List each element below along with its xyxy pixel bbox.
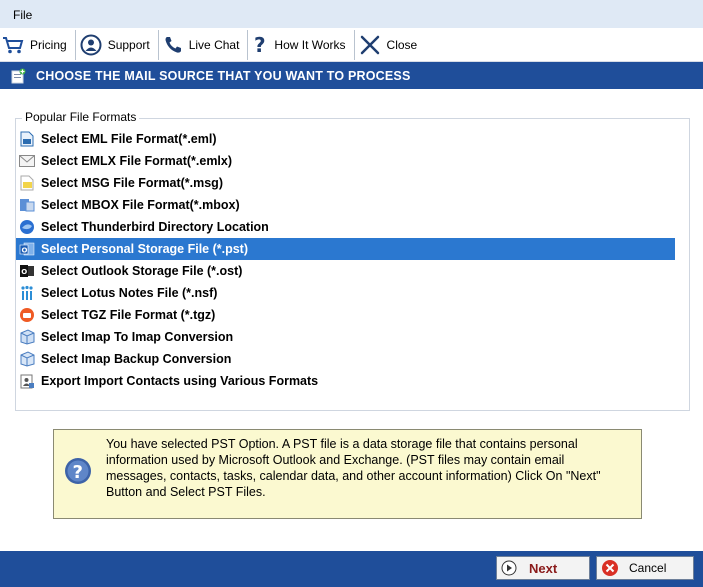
- list-item-label: Select Imap To Imap Conversion: [41, 330, 234, 344]
- how-it-works-label: How It Works: [274, 37, 346, 52]
- list-item-eml[interactable]: Select EML File Format(*.eml): [16, 128, 675, 150]
- next-label: Next: [529, 560, 558, 576]
- section-title: CHOOSE THE MAIL SOURCE THAT YOU WANT TO …: [36, 68, 411, 83]
- close-icon: [360, 35, 379, 54]
- list-item-label: Select Imap Backup Conversion: [41, 352, 232, 366]
- list-item-imap-to-imap[interactable]: Select Imap To Imap Conversion: [16, 326, 675, 348]
- cancel-x-icon: [602, 560, 618, 576]
- file-format-list: Select EML File Format(*.eml) Select EML…: [16, 128, 675, 392]
- next-button[interactable]: Next: [496, 556, 590, 580]
- list-item-label: Select Thunderbird Directory Location: [41, 220, 269, 234]
- cancel-button[interactable]: Cancel: [596, 556, 694, 580]
- menu-file[interactable]: File: [13, 8, 32, 22]
- mbox-icon: [18, 196, 36, 214]
- eml-file-icon: [18, 130, 36, 148]
- cart-icon: [3, 36, 24, 53]
- support-label: Support: [107, 37, 150, 52]
- svg-text:O: O: [21, 268, 27, 276]
- info-box: ? You have selected PST Option. A PST fi…: [53, 429, 642, 519]
- live-chat-button[interactable]: Live Chat: [159, 29, 249, 60]
- list-item-msg[interactable]: Select MSG File Format(*.msg): [16, 172, 675, 194]
- emlx-envelope-icon: [18, 152, 36, 170]
- list-item-label: Export Import Contacts using Various For…: [41, 374, 319, 388]
- how-it-works-button[interactable]: ? How It Works: [248, 29, 355, 60]
- list-item-thunderbird[interactable]: Select Thunderbird Directory Location: [16, 216, 675, 238]
- list-item-label: Select TGZ File Format (*.tgz): [41, 308, 216, 322]
- user-support-icon: [80, 34, 102, 55]
- list-item-emlx[interactable]: Select EMLX File Format(*.emlx): [16, 150, 675, 172]
- list-item-label: Select Lotus Notes File (*.nsf): [41, 286, 218, 300]
- contacts-icon: [18, 372, 36, 390]
- support-button[interactable]: Support: [76, 29, 159, 60]
- phone-icon: [165, 36, 181, 53]
- close-button[interactable]: Close: [355, 30, 426, 60]
- svg-text:?: ?: [73, 462, 83, 483]
- list-item-mbox[interactable]: Select MBOX File Format(*.mbox): [16, 194, 675, 216]
- pricing-label: Pricing: [30, 37, 67, 52]
- menu-bar: File: [0, 0, 703, 28]
- question-mark-icon: ?: [254, 34, 266, 56]
- list-item-label: Select EML File Format(*.eml): [41, 132, 217, 146]
- toolbar: Pricing Support Live Chat ? How It Works…: [0, 28, 703, 62]
- outlook-ost-icon: O: [18, 262, 36, 280]
- list-item-ost[interactable]: O Select Outlook Storage File (*.ost): [16, 260, 675, 282]
- play-arrow-icon: [501, 560, 517, 576]
- list-item-label: Select EMLX File Format(*.emlx): [41, 154, 233, 168]
- section-header: CHOOSE THE MAIL SOURCE THAT YOU WANT TO …: [0, 62, 703, 89]
- svg-text:O: O: [22, 247, 28, 255]
- list-item-contacts[interactable]: Export Import Contacts using Various For…: [16, 370, 675, 392]
- list-item-label: Select MSG File Format(*.msg): [41, 176, 223, 190]
- pricing-button[interactable]: Pricing: [0, 29, 76, 60]
- close-label: Close: [386, 37, 418, 52]
- list-item-label: Select Personal Storage File (*.pst): [41, 242, 249, 256]
- list-item-pst[interactable]: O Select Personal Storage File (*.pst): [16, 238, 675, 260]
- imap-backup-icon: [18, 350, 36, 368]
- help-question-icon: ?: [65, 458, 91, 484]
- list-item-label: Select Outlook Storage File (*.ost): [41, 264, 243, 278]
- outlook-pst-icon: O: [18, 240, 36, 258]
- lotus-notes-icon: [18, 284, 36, 302]
- msg-file-icon: [18, 174, 36, 192]
- list-item-imap-backup[interactable]: Select Imap Backup Conversion: [16, 348, 675, 370]
- live-chat-label: Live Chat: [188, 37, 240, 52]
- list-item-label: Select MBOX File Format(*.mbox): [41, 198, 240, 212]
- thunderbird-icon: [18, 218, 36, 236]
- info-text: You have selected PST Option. A PST file…: [106, 437, 601, 499]
- file-formats-legend: Popular File Formats: [22, 110, 140, 124]
- list-item-nsf[interactable]: Select Lotus Notes File (*.nsf): [16, 282, 675, 304]
- tgz-icon: [18, 306, 36, 324]
- imap-icon: [18, 328, 36, 346]
- list-item-tgz[interactable]: Select TGZ File Format (*.tgz): [16, 304, 675, 326]
- document-add-icon: [11, 68, 26, 83]
- svg-text:?: ?: [254, 34, 266, 56]
- cancel-label: Cancel: [629, 561, 667, 575]
